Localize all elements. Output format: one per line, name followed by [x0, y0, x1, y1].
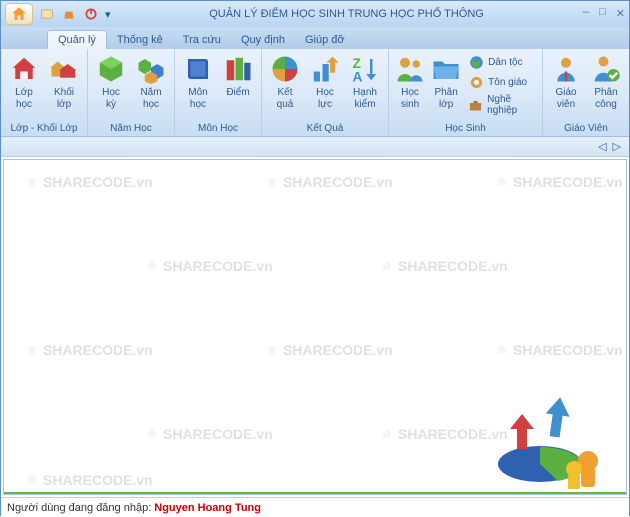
tab-giupdo[interactable]: Giúp đỡ: [295, 31, 355, 49]
diem-button[interactable]: Điểm: [218, 51, 258, 101]
ribbon-tabs: Quản lý Thống kê Tra cứu Quy định Giúp đ…: [1, 27, 629, 49]
ribbon-group-hocsinh: Học sinh Phân lớp Dân tộc Tôn giáo Nghề …: [389, 49, 543, 136]
green-divider: [4, 492, 626, 494]
phanlop-button[interactable]: Phân lớp: [428, 51, 464, 112]
sort-za-icon: ZA: [349, 53, 381, 85]
ribbon-small-list: Dân tộc Tôn giáo Nghề nghiệp: [464, 51, 539, 119]
gear-gold-icon: [468, 74, 484, 90]
hocluc-button[interactable]: Học lực: [305, 51, 345, 112]
ribbon-group-label: Môn Học: [178, 122, 258, 136]
watermark: SHARECODE.vn: [24, 342, 153, 358]
watermark: SHARECODE.vn: [264, 174, 393, 190]
watermark: SHARECODE.vn: [144, 258, 273, 274]
teacher-icon: [550, 53, 582, 85]
ribbon-group-lop: Lớp học Khối lớp Lớp - Khối Lớp: [1, 49, 88, 136]
minimize-button[interactable]: —: [583, 7, 590, 21]
phancong-button[interactable]: Phân công: [586, 51, 626, 112]
tongiao-button[interactable]: Tôn giáo: [466, 73, 537, 91]
dantoc-button[interactable]: Dân tộc: [466, 53, 537, 71]
teacher-check-icon: [590, 53, 622, 85]
houses-icon: [48, 53, 80, 85]
window-title: QUẢN LÝ ĐIỂM HỌC SINH TRUNG HỌC PHỔ THÔN…: [111, 8, 583, 20]
ribbon-group-giaovien: Giáo viên Phân công Giáo Viên: [543, 49, 629, 136]
watermark: SHARECODE.vn: [24, 472, 153, 488]
folder-open-icon: [430, 53, 462, 85]
giaovien-button[interactable]: Giáo viên: [546, 51, 586, 112]
svg-text:A: A: [353, 70, 363, 85]
ribbon: Lớp học Khối lớp Lớp - Khối Lớp Học kỳ N…: [1, 49, 629, 137]
globe-icon: [468, 54, 484, 70]
nav-next-button[interactable]: ▷: [613, 140, 621, 153]
watermark: SHARECODE.vn: [24, 174, 153, 190]
bar-chart-up-icon: [309, 53, 341, 85]
ribbon-group-label: Lớp - Khối Lớp: [4, 122, 84, 136]
content-area: SHARECODE.vn SHARECODE.vn SHARECODE.vn S…: [3, 159, 627, 495]
ribbon-group-label: Giáo Viên: [546, 122, 626, 136]
ribbon-group-label: Năm Học: [91, 122, 171, 136]
cubes-icon: [135, 53, 167, 85]
tab-thongke[interactable]: Thống kê: [107, 31, 173, 49]
close-button[interactable]: ✕: [616, 7, 625, 21]
hocky-button[interactable]: Học kỳ: [91, 51, 131, 112]
nav-prev-button[interactable]: ◁: [598, 140, 606, 153]
watermark: SHARECODE.vn: [494, 174, 623, 190]
power-icon[interactable]: [83, 6, 99, 22]
watermark: SHARECODE.vn: [144, 426, 273, 442]
lophoc-button[interactable]: Lớp học: [4, 51, 44, 112]
status-label: Người dùng đang đăng nhập:: [7, 502, 151, 514]
status-user: Nguyen Hoang Tung: [154, 502, 261, 514]
qat-icon-1[interactable]: [39, 6, 55, 22]
tab-quydinh[interactable]: Quy định: [231, 31, 295, 49]
watermark: SHARECODE.vn: [494, 342, 623, 358]
qat-icon-2[interactable]: [61, 6, 77, 22]
namhoc-button[interactable]: Năm học: [131, 51, 171, 112]
hanhkiem-button[interactable]: ZA Hạnh kiểm: [345, 51, 385, 112]
monhoc-button[interactable]: Môn học: [178, 51, 218, 112]
khoilop-button[interactable]: Khối lớp: [44, 51, 84, 112]
tab-quanly[interactable]: Quản lý: [47, 30, 107, 49]
ribbon-group-monhoc: Môn học Điểm Môn Học: [175, 49, 262, 136]
ketqua-button[interactable]: Kết quả: [265, 51, 305, 112]
maximize-button[interactable]: □: [599, 7, 606, 21]
decoration-3d-icon: [470, 379, 620, 492]
home-icon: [10, 5, 28, 23]
watermark: SHARECODE.vn: [379, 258, 508, 274]
ribbon-group-label: Học Sinh: [392, 122, 539, 136]
ribbon-group-ketqua: Kết quả Học lực ZA Hạnh kiểm Kết Quả: [262, 49, 389, 136]
briefcase-icon: [468, 97, 483, 113]
home-button[interactable]: [5, 3, 33, 25]
pie-chart-icon: [269, 53, 301, 85]
nav-bar: ◁ ▷: [1, 137, 629, 157]
titlebar: ▾ QUẢN LÝ ĐIỂM HỌC SINH TRUNG HỌC PHỔ TH…: [1, 1, 629, 27]
ribbon-group-namhoc: Học kỳ Năm học Năm Học: [88, 49, 175, 136]
nghenghiep-button[interactable]: Nghề nghiệp: [466, 93, 537, 117]
ribbon-group-label: Kết Quả: [265, 122, 385, 136]
cube-green-icon: [95, 53, 127, 85]
status-bar: Người dùng đang đăng nhập: Nguyen Hoang …: [1, 497, 629, 517]
users-icon: [394, 53, 426, 85]
tab-tracuu[interactable]: Tra cứu: [173, 31, 231, 49]
hocsinh-button[interactable]: Học sinh: [392, 51, 428, 112]
house-red-icon: [8, 53, 40, 85]
books-icon: [222, 53, 254, 85]
quick-access-toolbar: ▾: [39, 6, 111, 22]
watermark: SHARECODE.vn: [264, 342, 393, 358]
book-blue-icon: [182, 53, 214, 85]
